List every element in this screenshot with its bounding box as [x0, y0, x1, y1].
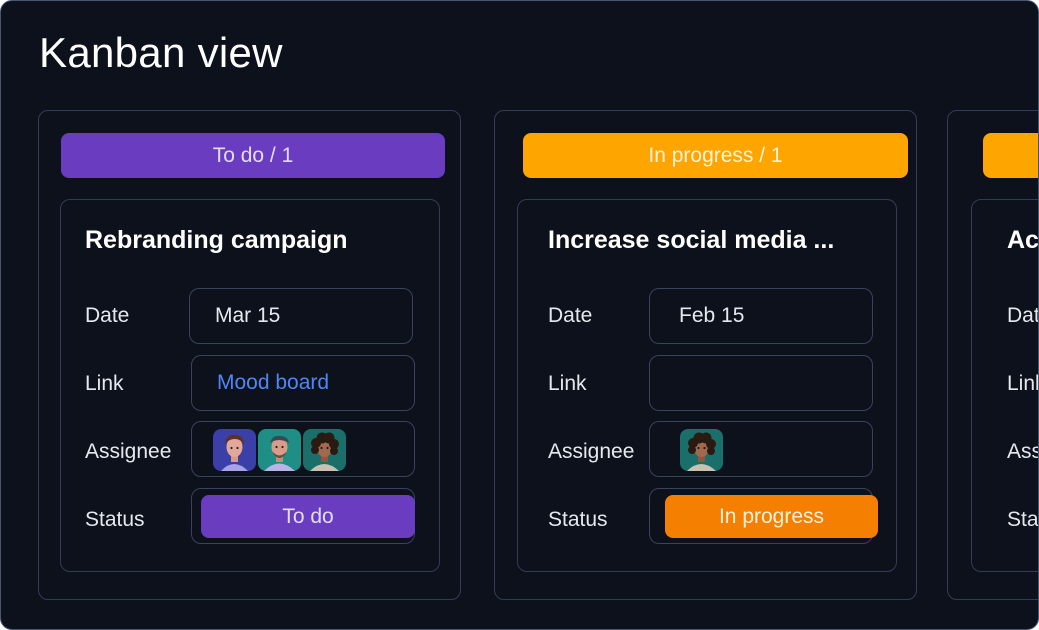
kanban-column-todo: To do / 1 Rebranding campaign Date Mar 1… [38, 110, 461, 600]
date-value: Mar 15 [215, 304, 281, 327]
link-field[interactable]: Mood board [191, 355, 415, 411]
status-field[interactable]: To do [191, 488, 415, 544]
assignee-label: Assignee [85, 440, 172, 463]
assignee-avatars [680, 429, 723, 471]
date-label: Dat [1007, 304, 1039, 327]
task-card[interactable]: Rebranding campaign Date Mar 15 Link Moo… [60, 199, 440, 572]
status-field[interactable]: In progress [649, 488, 878, 544]
woman-avatar[interactable] [213, 429, 256, 471]
assignee-label: Assignee [548, 440, 635, 463]
assignee-field[interactable] [649, 421, 873, 477]
curly-hair-avatar[interactable] [680, 429, 723, 471]
date-label: Date [85, 304, 130, 327]
task-card[interactable]: Increase social media ... Date Feb 15 Li… [517, 199, 897, 572]
curly-hair-avatar[interactable] [303, 429, 346, 471]
card-title: Rebranding campaign [85, 226, 348, 254]
date-value: Feb 15 [679, 304, 745, 327]
kanban-board: Kanban view To do / 1 Rebranding campaig… [0, 0, 1039, 630]
kanban-column-in-progress: In progress / 1 Increase social media ..… [494, 110, 917, 600]
status-pill-todo[interactable]: To do [201, 495, 415, 538]
column-header-in-progress[interactable]: In progress / 1 [523, 133, 908, 178]
column-header-todo[interactable]: To do / 1 [61, 133, 445, 178]
status-label: Status [548, 508, 608, 531]
status-pill-in-progress[interactable]: In progress [665, 495, 878, 538]
status-label: Status [85, 508, 145, 531]
link-field[interactable] [649, 355, 873, 411]
assignee-field[interactable] [191, 421, 415, 477]
date-label: Date [548, 304, 593, 327]
card-title: Increase social media ... [548, 226, 835, 254]
date-field[interactable]: Mar 15 [189, 288, 413, 344]
date-field[interactable]: Feb 15 [649, 288, 873, 344]
status-label: Stat [1007, 508, 1039, 531]
link-label: Link [1007, 372, 1038, 395]
link-label: Link [548, 372, 587, 395]
mood-board-link[interactable]: Mood board [217, 371, 329, 395]
task-card[interactable]: Acc Dat Link Ass Stat [971, 199, 1039, 572]
assignee-label: Ass [1007, 440, 1039, 463]
page-title: Kanban view [39, 29, 283, 76]
man-avatar[interactable] [258, 429, 301, 471]
link-label: Link [85, 372, 124, 395]
column-header-partial[interactable] [983, 133, 1038, 178]
kanban-column-partial: Acc Dat Link Ass Stat [947, 110, 1039, 600]
assignee-avatars [213, 429, 346, 471]
card-title: Acc [1007, 226, 1039, 254]
